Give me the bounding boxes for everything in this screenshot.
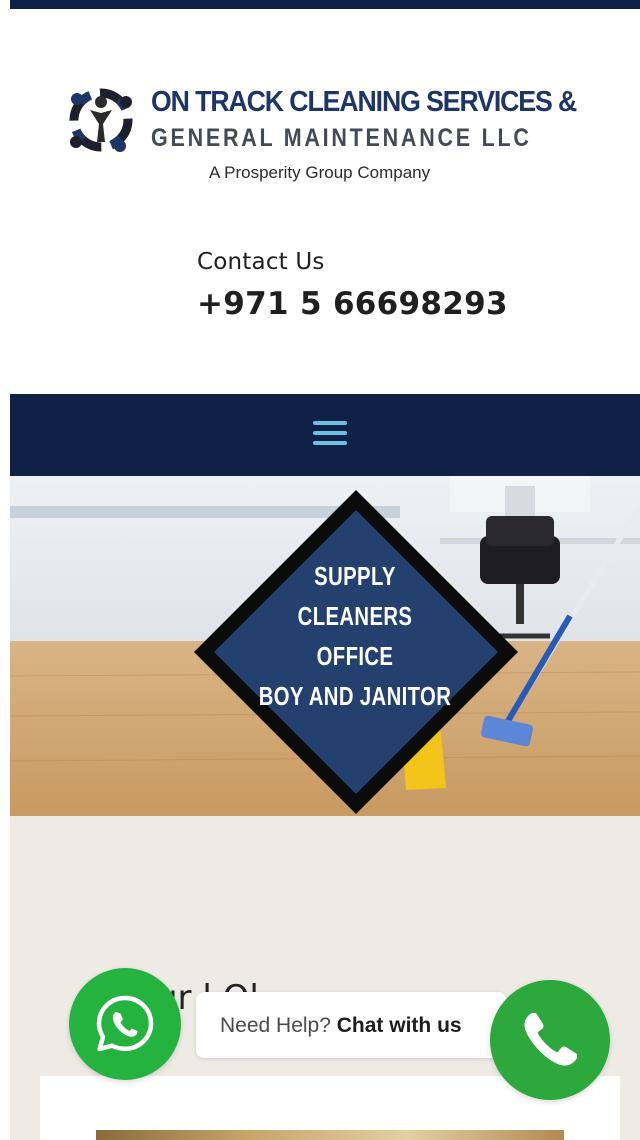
call-button[interactable]: [490, 980, 610, 1100]
logo-title: ON TRACK CLEANING SERVICES &: [151, 86, 577, 118]
logo-subtitle: GENERAL MAINTENANCE LLC: [151, 124, 532, 152]
site-logo[interactable]: ON TRACK CLEANING SERVICES & GENERAL MAI…: [62, 78, 577, 188]
contact-phone-link[interactable]: +971 5 66698293: [197, 286, 508, 322]
card-image: [96, 1130, 564, 1140]
chat-help-pill[interactable]: Need Help? Chat with us: [196, 992, 506, 1058]
hero-badge-text: SUPPLY CLEANERS OFFICE BOY AND JANITOR: [242, 556, 468, 716]
hero-badge-line: BOY AND JANITOR: [258, 681, 452, 711]
hero-badge-line: CLEANERS: [297, 601, 413, 631]
contact-label: Contact Us: [197, 249, 325, 275]
whatsapp-button[interactable]: [69, 968, 181, 1080]
logo-tagline: A Prosperity Group Company: [209, 163, 431, 182]
phone-icon: [524, 1013, 577, 1066]
hero-banner: SUPPLY CLEANERS OFFICE BOY AND JANITOR: [10, 476, 640, 816]
logo-emblem-icon: [69, 88, 133, 152]
chat-help-prefix: Need Help?: [220, 1014, 331, 1037]
chat-help-text: Need Help? Chat with us: [220, 1014, 462, 1038]
hero-badge-line: OFFICE: [316, 641, 394, 671]
hamburger-menu-icon[interactable]: [311, 416, 349, 450]
navigation-bar: [10, 394, 640, 476]
chat-with-us-link[interactable]: Chat with us: [337, 1014, 462, 1037]
whatsapp-icon: [96, 995, 154, 1052]
top-accent-bar: [10, 0, 640, 9]
hero-badge-line: SUPPLY: [314, 561, 396, 591]
